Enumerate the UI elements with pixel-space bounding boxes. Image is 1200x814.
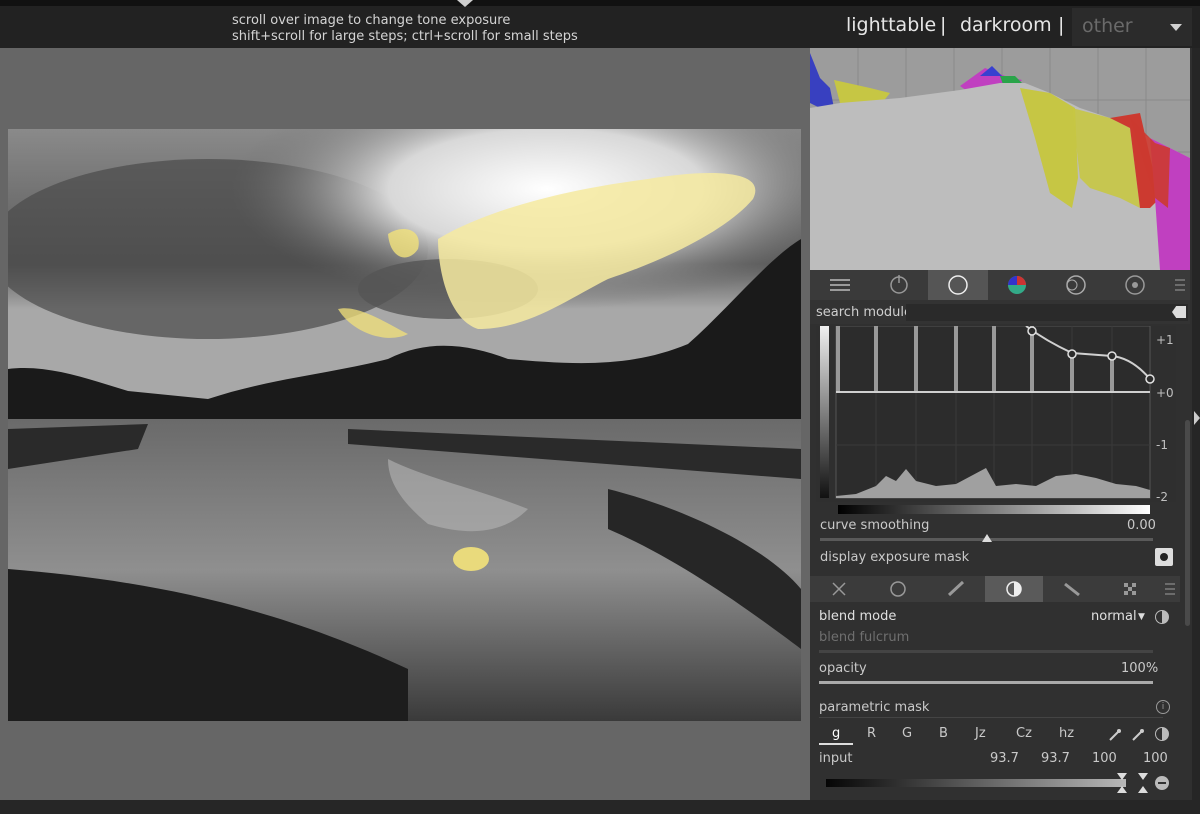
curve-smoothing-value: 0.00	[1127, 518, 1156, 533]
channel-tab-g[interactable]: g	[832, 726, 840, 741]
mask-handle-icon[interactable]	[1117, 786, 1127, 793]
remove-icon[interactable]	[1155, 776, 1169, 790]
tick-label: -1	[1156, 438, 1168, 452]
opacity-value: 100%	[1121, 661, 1159, 676]
mask-handle-icon[interactable]	[1138, 786, 1148, 793]
input-value: 93.7	[1041, 751, 1070, 766]
view-darkroom[interactable]: darkroom	[960, 14, 1052, 36]
input-label: input	[819, 751, 853, 766]
tick-label: +0	[1156, 386, 1174, 400]
blend-mode-label: blend mode	[819, 609, 897, 624]
collapse-top-arrow-icon[interactable]	[457, 0, 473, 7]
expand-right-arrow-icon[interactable]	[1194, 411, 1200, 425]
hint-line-1: scroll over image to change tone exposur…	[232, 13, 511, 28]
blend-parametric-icon[interactable]	[985, 576, 1043, 602]
input-value: 100	[1143, 751, 1168, 766]
channel-tab-R[interactable]: R	[867, 726, 876, 741]
exposure-mask-label: display exposure mask	[820, 550, 970, 565]
curve-smoothing-label: curve smoothing	[820, 518, 930, 533]
input-value: 100	[1092, 751, 1117, 766]
channel-tab-Jz[interactable]: Jz	[975, 726, 986, 741]
blend-off-icon[interactable]	[810, 576, 869, 602]
blend-drawn-parametric-icon[interactable]	[1043, 576, 1101, 602]
invert-polarity-icon[interactable]	[1155, 727, 1169, 741]
contrast-icon[interactable]	[1155, 610, 1169, 624]
menu-icon[interactable]	[1150, 270, 1190, 300]
opacity-label: opacity	[819, 661, 867, 676]
photo-preview[interactable]	[8, 129, 801, 721]
parametric-mask-label: parametric mask	[819, 700, 930, 715]
exposure-mask-toggle[interactable]	[1155, 548, 1173, 566]
view-lighttable[interactable]: lighttable	[846, 14, 936, 36]
chevron-down-icon	[1170, 24, 1182, 31]
histogram[interactable]	[810, 48, 1190, 270]
search-input[interactable]	[906, 304, 1188, 321]
view-other-label: other	[1082, 15, 1133, 37]
input-gradient[interactable]	[826, 779, 1126, 787]
color-picker-set-icon[interactable]	[1131, 727, 1145, 741]
histogram-svg	[810, 48, 1190, 270]
blend-fulcrum-label: blend fulcrum	[819, 630, 910, 645]
tone-equalizer-graph[interactable]	[816, 325, 1176, 502]
active-channel-underline	[819, 743, 853, 745]
channel-tab-B[interactable]: B	[939, 726, 948, 741]
bottom-bar	[0, 800, 1200, 814]
blend-menu-icon[interactable]	[1159, 576, 1180, 602]
panel-scrollbar[interactable]	[1185, 420, 1190, 626]
channel-tab-hz[interactable]: hz	[1059, 726, 1074, 741]
rotate-icon[interactable]	[1046, 270, 1106, 300]
mask-handle-icon[interactable]	[1117, 773, 1127, 780]
slider-handle-icon[interactable]	[982, 534, 992, 542]
section-divider	[819, 717, 1163, 718]
search-label: search module	[816, 305, 913, 320]
mask-handle-icon[interactable]	[1138, 773, 1148, 780]
blend-drawn-icon[interactable]	[927, 576, 985, 602]
top-strip	[0, 0, 1200, 6]
blend-raster-icon[interactable]	[1101, 576, 1159, 602]
blend-mode-value[interactable]: normal	[1091, 609, 1137, 624]
blend-fulcrum-slider[interactable]	[819, 650, 1153, 653]
view-separator: |	[940, 14, 947, 36]
info-icon[interactable]: i	[1156, 700, 1170, 714]
channel-tab-G[interactable]: G	[902, 726, 912, 741]
photo-svg	[8, 129, 801, 721]
input-value: 93.7	[990, 751, 1019, 766]
hint-line-2: shift+scroll for large steps; ctrl+scrol…	[232, 29, 578, 44]
circle-icon[interactable]	[928, 270, 988, 300]
channel-tab-Cz[interactable]: Cz	[1016, 726, 1032, 741]
view-separator: |	[1058, 14, 1065, 36]
dropdown-caret-icon: ▼	[1138, 612, 1145, 622]
blend-uniform-icon[interactable]	[869, 576, 927, 602]
color-wheel-icon[interactable]	[987, 270, 1047, 300]
power-icon[interactable]	[869, 270, 929, 300]
color-picker-icon[interactable]	[1108, 727, 1122, 741]
tick-label: +1	[1156, 333, 1174, 347]
opacity-slider[interactable]	[819, 681, 1153, 684]
quick-access-icon[interactable]	[810, 270, 870, 300]
luminance-gradient	[838, 505, 1150, 514]
mask-dot-icon	[1160, 553, 1168, 561]
tone-curve-svg	[820, 325, 1155, 499]
tick-label: -2	[1156, 490, 1168, 504]
